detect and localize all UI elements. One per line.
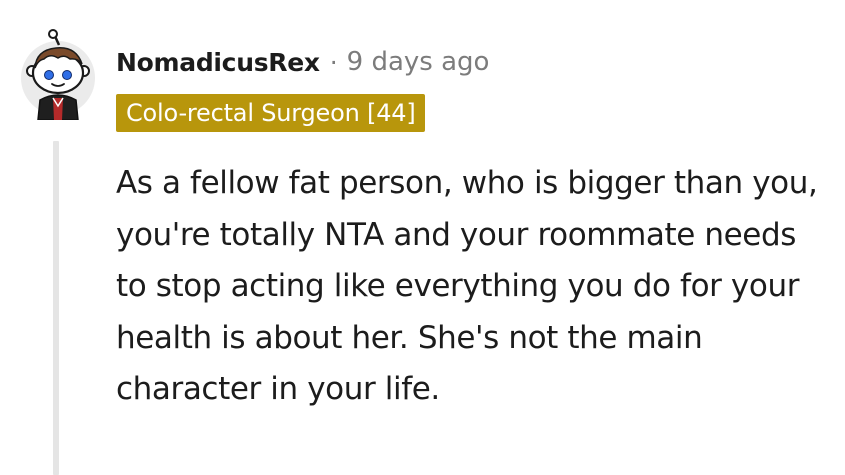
user-avatar[interactable] [18, 28, 98, 121]
comment-body: As a fellow fat person, who is bigger th… [116, 165, 818, 407]
meta-separator: · [329, 47, 338, 77]
snoo-avatar-icon [21, 29, 95, 121]
timestamp[interactable]: 9 days ago [347, 47, 490, 77]
user-flair-badge: Colo-rectal Surgeon [44] [116, 94, 425, 132]
comment: NomadicusRex · 9 days ago Colo-rectal Su… [0, 0, 845, 475]
username[interactable]: NomadicusRex [116, 48, 320, 77]
comment-meta: NomadicusRex · 9 days ago [116, 42, 489, 82]
thread-line[interactable] [53, 141, 59, 475]
